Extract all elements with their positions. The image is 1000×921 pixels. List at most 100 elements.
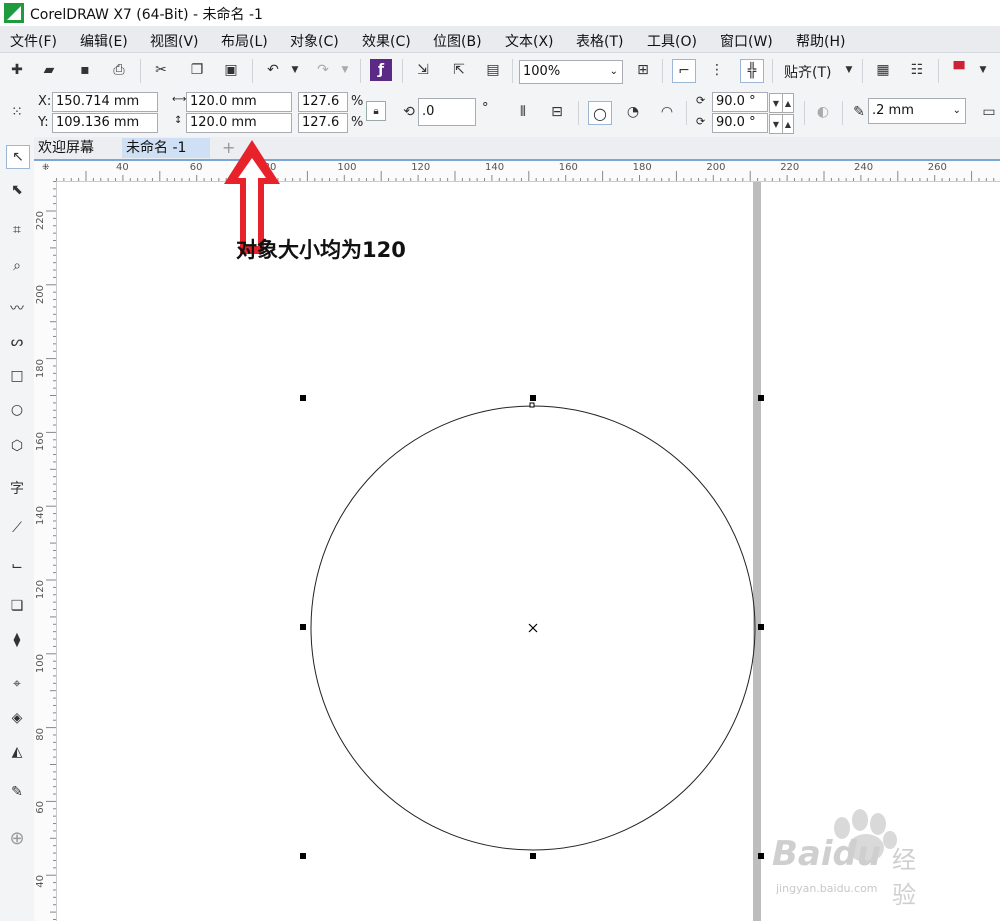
tab-welcome-screen[interactable]: 欢迎屏幕 <box>34 138 98 158</box>
pie-shape-icon[interactable]: ◔ <box>622 101 644 123</box>
application-launcher-icon[interactable]: ▀ <box>948 59 970 81</box>
outline-width-select[interactable]: .2 mm ⌄ <box>868 98 966 124</box>
ellipse-shape-icon[interactable]: ○ <box>588 101 612 125</box>
redo-dropdown-icon[interactable]: ▼ <box>334 59 356 81</box>
selection-handle-left[interactable] <box>300 624 306 630</box>
tab-untitled-1[interactable]: 未命名 -1 <box>122 138 210 158</box>
x-position-field[interactable]: 150.714 mm <box>52 92 158 112</box>
smart-fill-tool-icon[interactable]: ◭ <box>6 741 28 763</box>
smart-drawing-tool-icon[interactable]: ᔕ <box>6 331 28 353</box>
zoom-level-select[interactable]: 100% ⌄ <box>519 60 623 84</box>
add-tool-icon[interactable]: ⊕ <box>6 827 28 849</box>
horizontal-ruler[interactable]: 40 60 80 100 120 140 160 180 200 220 240 260 ⁜ <box>34 161 1000 182</box>
crop-tool-icon[interactable]: ⌗ <box>6 219 28 241</box>
copy-icon[interactable]: ❐ <box>186 59 208 81</box>
menu-object[interactable]: 对象(C) <box>290 31 339 51</box>
circle-node[interactable] <box>529 402 535 408</box>
end-angle-dropdown-icon[interactable]: ▼ <box>769 114 783 134</box>
full-screen-preview-icon[interactable]: ⊞ <box>632 59 654 81</box>
selection-handle-bottom[interactable] <box>530 853 536 859</box>
selection-handle-top[interactable] <box>530 395 536 401</box>
object-origin-icon[interactable]: ⁙ <box>6 101 28 123</box>
y-position-field[interactable]: 109.136 mm <box>52 113 158 133</box>
x-label: X: <box>38 94 52 109</box>
ruler-h-label: 160 <box>558 162 578 173</box>
zoom-tool-icon[interactable]: ⌕ <box>6 255 28 277</box>
selection-handle-right[interactable] <box>758 624 764 630</box>
save-icon[interactable]: ▪ <box>74 59 96 81</box>
menu-edit[interactable]: 编辑(E) <box>80 31 128 51</box>
corel-connect-icon[interactable]: ƒ <box>370 59 392 81</box>
selection-handle-bottom-right[interactable] <box>758 853 764 859</box>
end-angle-field[interactable]: 90.0 ° <box>712 113 768 133</box>
menu-window[interactable]: 窗口(W) <box>720 31 773 51</box>
lock-ratio-icon[interactable]: 🔒︎ <box>366 101 386 121</box>
scale-height-field[interactable]: 127.6 <box>298 113 348 133</box>
object-width-field[interactable]: 120.0 mm <box>186 92 292 112</box>
selection-handle-bottom-left[interactable] <box>300 853 306 859</box>
parallel-dimension-tool-icon[interactable]: ⟋ <box>6 517 28 539</box>
menu-bitmap[interactable]: 位图(B) <box>433 31 482 51</box>
snap-dropdown-icon[interactable]: ▼ <box>838 59 860 81</box>
pick-tool-icon[interactable]: ↖ <box>6 145 30 169</box>
welcome-screen-icon[interactable]: ▦ <box>872 59 894 81</box>
start-angle-field[interactable]: 90.0 ° <box>712 92 768 112</box>
direction-icon[interactable]: ◐ <box>812 101 834 123</box>
undo-icon[interactable]: ↶ <box>262 59 284 81</box>
wrap-text-icon[interactable]: ▭ <box>978 101 1000 123</box>
arc-shape-icon[interactable]: ◠ <box>656 101 678 123</box>
menu-tools[interactable]: 工具(O) <box>647 31 697 51</box>
cut-icon[interactable]: ✂ <box>150 59 172 81</box>
selection-handle-top-left[interactable] <box>300 395 306 401</box>
open-folder-icon[interactable]: ▰ <box>38 59 60 81</box>
snap-to-dropdown[interactable]: 贴齐(T) <box>784 62 831 82</box>
mirror-horizontal-icon[interactable]: ⫴ <box>512 101 534 123</box>
polygon-tool-icon[interactable]: ⬡ <box>6 435 28 457</box>
redo-icon[interactable]: ↷ <box>312 59 334 81</box>
eyedropper-tool-icon[interactable]: ⌖ <box>6 673 28 695</box>
rotation-angle-field[interactable]: .0 <box>418 98 476 126</box>
menu-view[interactable]: 视图(V) <box>150 31 199 51</box>
text-tool-icon[interactable]: 字 <box>6 477 28 499</box>
coreldraw-logo-icon <box>4 3 24 23</box>
selection-handle-top-right[interactable] <box>758 395 764 401</box>
publish-pdf-icon[interactable]: ▤ <box>482 59 504 81</box>
freehand-tool-icon[interactable]: 〰 <box>6 297 28 319</box>
start-angle-dropdown-icon[interactable]: ▼ <box>769 93 783 113</box>
vertical-ruler[interactable]: 220 200 180 160 140 120 100 80 60 40 <box>34 181 57 921</box>
outline-pen-tool-icon[interactable]: ✎ <box>6 781 28 803</box>
mirror-vertical-icon[interactable]: ⊟ <box>546 101 568 123</box>
menu-layout[interactable]: 布局(L) <box>221 31 268 51</box>
print-icon[interactable]: ⎙ <box>108 59 130 81</box>
ruler-h-label: 120 <box>411 162 431 173</box>
export-icon[interactable]: ⇱ <box>448 59 470 81</box>
show-rulers-icon[interactable]: ⌐ <box>672 59 696 83</box>
undo-dropdown-icon[interactable]: ▼ <box>284 59 306 81</box>
ruler-v-label: 200 <box>35 284 46 304</box>
ellipse-tool-icon[interactable]: ○ <box>6 399 28 421</box>
menu-help[interactable]: 帮助(H) <box>796 31 845 51</box>
show-guidelines-icon[interactable]: ╬ <box>740 59 764 83</box>
object-height-field[interactable]: 120.0 mm <box>186 113 292 133</box>
ruler-v-label: 140 <box>35 506 46 526</box>
options-icon[interactable]: ☷ <box>906 59 928 81</box>
launcher-dropdown-icon[interactable]: ▼ <box>972 59 994 81</box>
paste-icon[interactable]: ▣ <box>220 59 242 81</box>
end-angle-spinner-icon[interactable]: ▲ <box>782 114 794 134</box>
menu-file[interactable]: 文件(F) <box>10 31 57 51</box>
interactive-fill-tool-icon[interactable]: ◈ <box>6 707 28 729</box>
menu-effects[interactable]: 效果(C) <box>362 31 411 51</box>
show-grid-icon[interactable]: ⋮ <box>706 59 728 81</box>
rectangle-tool-icon[interactable]: □ <box>6 365 28 387</box>
shape-tool-icon[interactable]: ⬉ <box>6 179 28 201</box>
connector-tool-icon[interactable]: ⌙ <box>6 555 28 577</box>
menu-text[interactable]: 文本(X) <box>505 31 554 51</box>
ruler-origin-icon[interactable]: ⁜ <box>42 163 50 173</box>
transparency-tool-icon[interactable]: ⧫ <box>6 629 28 651</box>
drop-shadow-tool-icon[interactable]: ❏ <box>6 595 28 617</box>
menu-table[interactable]: 表格(T) <box>576 31 623 51</box>
start-angle-spinner-icon[interactable]: ▲ <box>782 93 794 113</box>
scale-width-field[interactable]: 127.6 <box>298 92 348 112</box>
import-icon[interactable]: ⇲ <box>412 59 434 81</box>
new-document-icon[interactable]: ✚ <box>6 59 28 81</box>
